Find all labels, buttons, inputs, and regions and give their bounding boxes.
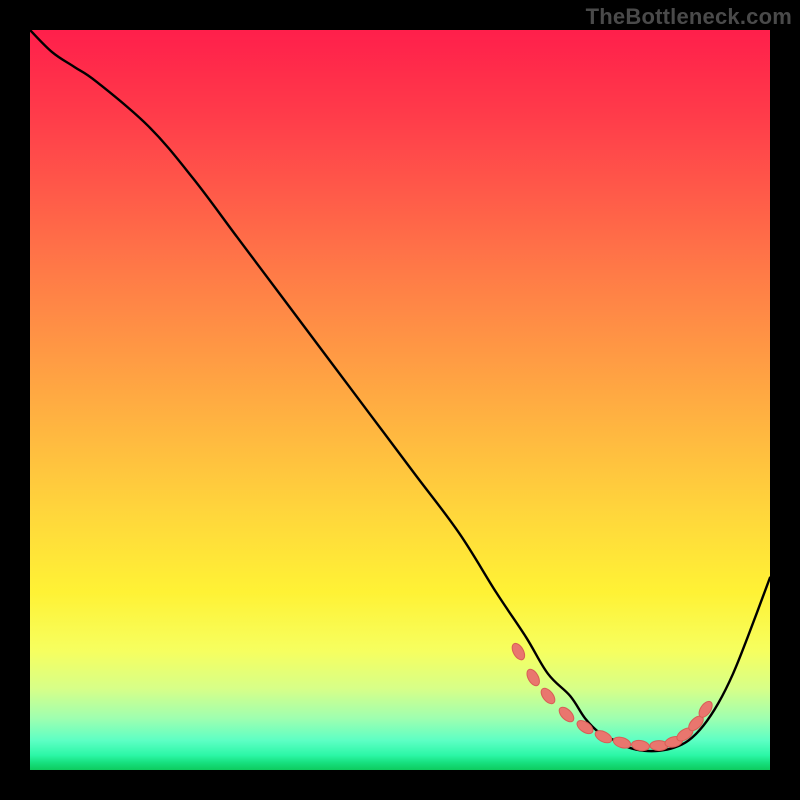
- data-dot: [557, 705, 577, 725]
- watermark-text: TheBottleneck.com: [586, 4, 792, 30]
- data-dot: [524, 667, 542, 688]
- chart-svg: [30, 30, 770, 770]
- data-dots-group: [510, 641, 715, 752]
- data-dot: [510, 641, 528, 662]
- data-dot: [538, 686, 557, 706]
- bottleneck-curve: [30, 30, 770, 751]
- chart-plot-area: [30, 30, 770, 770]
- data-dot: [575, 718, 596, 736]
